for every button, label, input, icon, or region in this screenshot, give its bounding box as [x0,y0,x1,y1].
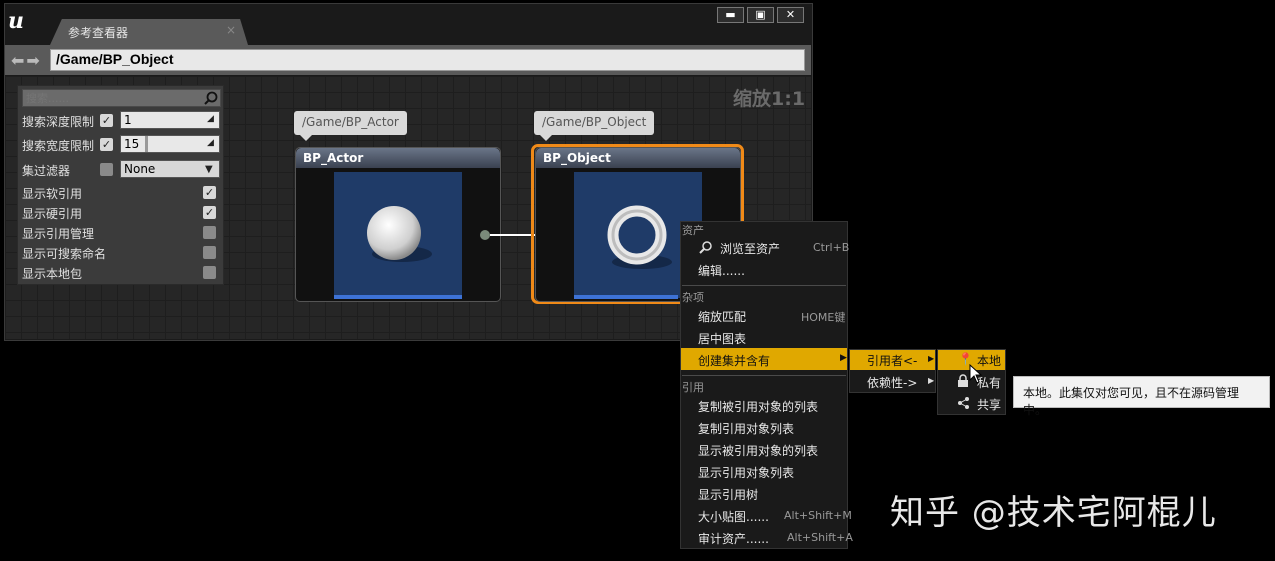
asset-thumbnail [334,172,462,298]
collection-filter-checkbox[interactable] [100,163,113,176]
node-path-tag: /Game/BP_Actor [294,111,407,135]
menu-item-zoom-fit[interactable]: 缩放匹配 [698,308,746,325]
show-hard-refs-checkbox[interactable]: ✓ [203,206,216,219]
chevron-down-icon: ▼ [205,164,213,175]
minimize-button[interactable]: ▬ [717,7,744,23]
menu-section-refs: 引用 [682,381,704,394]
submenu-item-dependencies[interactable]: 依赖性-> [867,374,917,391]
menu-item-center-graph[interactable]: 居中图表 [698,330,746,347]
browse-icon [699,240,713,254]
show-hard-refs-label: 显示硬引用 [22,207,83,221]
show-searchable-names-label: 显示可搜索命名 [22,247,107,261]
show-soft-refs-label: 显示软引用 [22,187,83,201]
menu-section-asset: 资产 [682,224,704,237]
resize-handle-icon: ◢ [207,138,214,148]
shortcut-zoom-fit: HOME键 [801,311,846,324]
menu-section-misc: 杂项 [682,291,704,304]
watermark: 知乎 @技术宅阿棍儿 [890,493,1217,533]
thumbnail-bar [334,295,462,299]
shortcut-audit: Alt+Shift+A [787,531,853,544]
submenu-item-shared[interactable]: 共享 [977,396,1001,413]
search-input[interactable] [26,90,196,106]
menu-item-copy-referenced-list[interactable]: 复制被引用对象的列表 [698,398,818,415]
maximize-button[interactable]: ▣ [747,7,774,23]
screen: u 参考查看器 × ▬ ▣ ✕ ⬅➡ /Game/BP_Object 缩放1:1… [0,0,1275,561]
sphere-preview-icon [367,206,432,262]
menu-item-copy-referencer-list[interactable]: 复制引用对象列表 [698,420,794,437]
node-path-tag: /Game/BP_Object [534,111,655,135]
show-management-refs-label: 显示引用管理 [22,227,95,241]
collection-filter-label: 集过滤器 [22,164,71,178]
menu-item-show-reference-tree[interactable]: 显示引用树 [698,486,758,503]
node-title: BP_Object [536,148,740,168]
zoom-label: 缩放1:1 [733,88,806,110]
window-controls: ▬ ▣ ✕ [717,7,805,24]
submenu-item-referencers-label: 引用者<- [867,354,918,368]
shortcut-browse: Ctrl+B [813,241,850,254]
close-window-button[interactable]: ✕ [777,7,804,23]
tooltip: 本地。此集仅对您可见，且不在源码管理中。 [1013,376,1270,417]
show-soft-refs-checkbox[interactable]: ✓ [203,186,216,199]
menu-item-browse[interactable]: 浏览至资产 [720,240,780,257]
asset-path-field[interactable]: /Game/BP_Object [50,49,805,71]
search-breadth-checkbox[interactable]: ✓ [100,138,113,151]
shortcut-size-map: Alt+Shift+M [784,509,852,522]
node-title: BP_Actor [296,148,500,168]
menu-separator [682,285,846,286]
thumbnail-bar [574,295,678,299]
search-depth-value: 1 [124,113,132,127]
show-native-packages-checkbox[interactable] [203,266,216,279]
submenu-arrow-icon: ▶ [840,353,847,363]
share-icon [958,397,969,409]
search-depth-checkbox[interactable]: ✓ [100,114,113,127]
node-tag-pointer [540,135,552,141]
search-breadth-input[interactable]: 15 [120,135,220,153]
search-breadth-label: 搜索宽度限制 [22,139,95,153]
menu-item-show-referenced-list[interactable]: 显示被引用对象的列表 [698,442,818,459]
resize-handle-icon: ◢ [207,114,214,124]
menu-item-create-collection-label: 创建集并含有 [698,354,771,368]
menu-item-audit-assets[interactable]: 审计资产...... [698,530,769,547]
tab-label: 参考查看器 [68,26,129,40]
search-depth-input[interactable]: 1 [120,111,220,129]
search-breadth-value: 15 [124,137,140,151]
collection-filter-value: None [124,162,156,176]
search-icon[interactable] [204,91,218,105]
submenu-arrow-icon: ▶ [928,376,935,385]
tab-close-icon[interactable]: × [226,23,236,37]
lock-icon [958,374,968,387]
show-management-refs-checkbox[interactable] [203,226,216,239]
menu-item-size-map[interactable]: 大小贴图...... [698,508,769,525]
unreal-logo-icon: u [8,8,24,34]
node-tag-pointer [300,135,312,141]
back-forward-arrows-icon[interactable]: ⬅➡ [11,51,42,70]
show-native-packages-label: 显示本地包 [22,267,83,281]
mouse-cursor-icon [969,364,983,384]
menu-separator [682,375,846,376]
slider-divider [145,136,148,152]
menu-item-show-referencer-list[interactable]: 显示引用对象列表 [698,464,794,481]
submenu-arrow-icon: ▶ [928,354,935,363]
search-depth-label: 搜索深度限制 [22,115,95,129]
show-searchable-names-checkbox[interactable] [203,246,216,259]
menu-item-edit[interactable]: 编辑...... [698,262,745,279]
